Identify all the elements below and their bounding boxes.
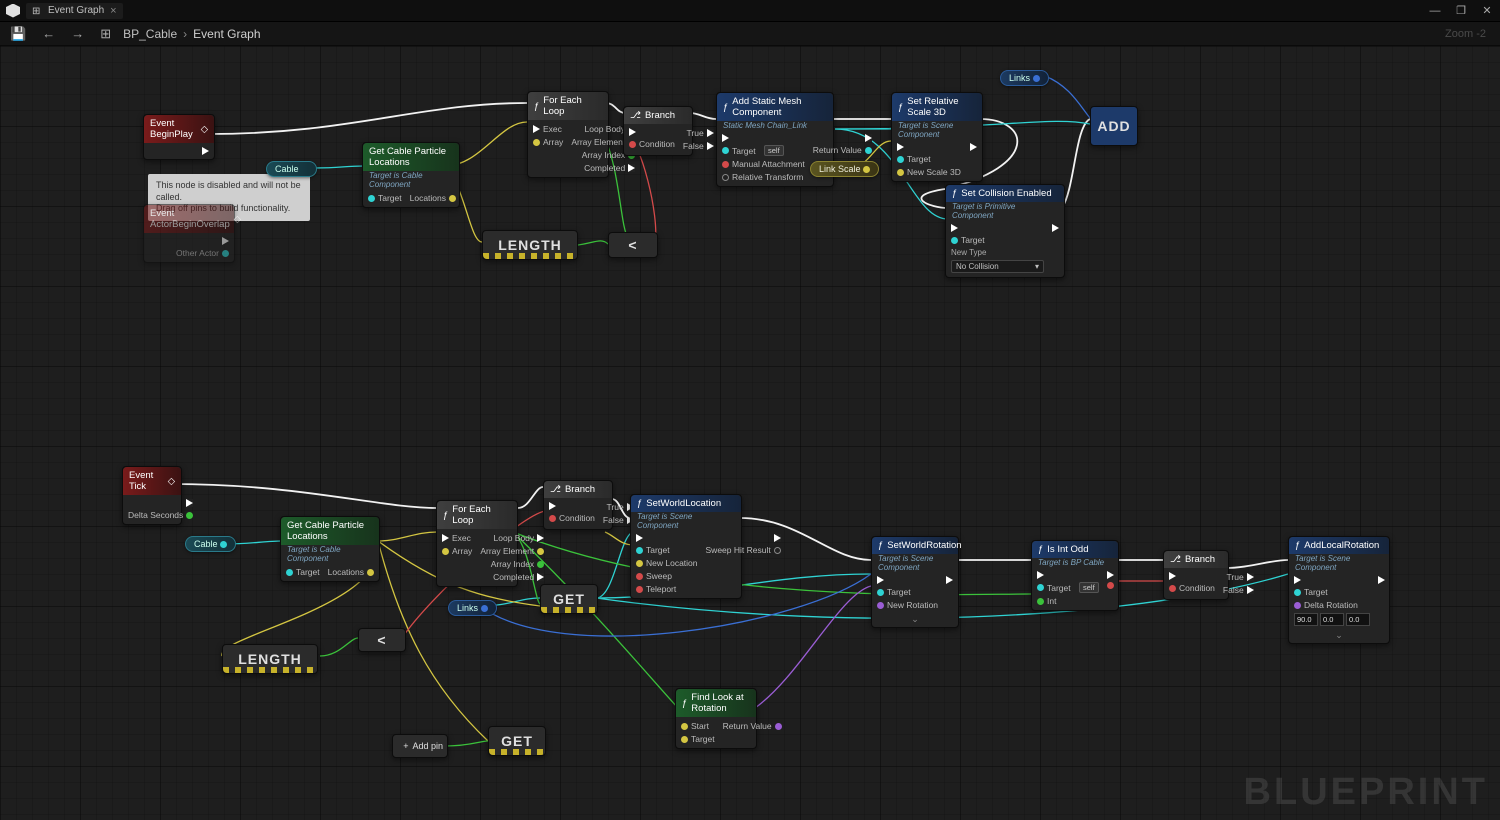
node-add-local-rotation[interactable]: ƒAddLocalRotation Target is Scene Compon… <box>1288 536 1390 644</box>
node-event-begin-play[interactable]: Event BeginPlay ◇ <box>143 114 215 160</box>
node-event-tick[interactable]: Event Tick◇ Delta Seconds <box>122 466 182 525</box>
node-title: Get Cable Particle Locations <box>369 146 453 168</box>
node-title: For Each Loop <box>452 504 511 526</box>
breadcrumb: BP_Cable › Event Graph <box>123 27 260 41</box>
collision-type-dropdown[interactable]: No Collision▾ <box>951 260 1044 273</box>
node-title: Find Look at Rotation <box>691 692 750 714</box>
node-title: Branch <box>645 110 675 121</box>
save-button[interactable]: 💾 <box>6 24 30 44</box>
node-get-particle-locations-1[interactable]: Get Cable Particle Locations Target is C… <box>362 142 460 208</box>
tab-event-graph[interactable]: ⊞ Event Graph × <box>26 3 123 19</box>
nav-forward[interactable]: → <box>67 24 88 43</box>
fn-icon: ƒ <box>952 188 957 199</box>
var-cable[interactable]: Cable <box>266 161 317 177</box>
rot-y-input[interactable] <box>1320 613 1344 626</box>
node-get-2[interactable]: GET <box>488 726 546 756</box>
tab-close-icon[interactable]: × <box>110 5 116 17</box>
macro-icon: ƒ <box>443 510 448 521</box>
node-array-add[interactable]: ADD <box>1090 106 1138 146</box>
event-pin-icon: ◇ <box>234 214 241 225</box>
fn-icon: ƒ <box>723 102 728 113</box>
var-links-top[interactable]: Links <box>1000 70 1049 86</box>
rot-x-input[interactable] <box>1294 613 1318 626</box>
event-pin-icon: ◇ <box>168 476 175 487</box>
node-set-world-location[interactable]: ƒSetWorldLocation Target is Scene Compon… <box>630 494 742 599</box>
branch-icon: ⎇ <box>630 110 641 121</box>
node-add-pin[interactable]: + Add pin <box>392 734 448 758</box>
graph-icon: ⊞ <box>32 6 42 16</box>
node-title: Get Cable Particle Locations <box>287 520 373 542</box>
plus-icon: + <box>403 741 408 751</box>
window-maximize[interactable]: ❐ <box>1448 0 1474 22</box>
node-length-1[interactable]: LENGTH <box>482 230 578 260</box>
node-title: Is Int Odd <box>1047 544 1088 555</box>
nav-back[interactable]: ← <box>38 24 59 43</box>
node-title: Branch <box>565 484 595 495</box>
graph-mode-icon[interactable]: ⊞ <box>96 24 115 44</box>
branch-icon: ⎇ <box>1170 554 1181 565</box>
fn-icon: ƒ <box>637 498 642 509</box>
rot-z-input[interactable] <box>1346 613 1370 626</box>
fn-icon: ƒ <box>898 102 903 113</box>
chevron-down-icon[interactable]: ⌄ <box>872 614 958 627</box>
branch-icon: ⎇ <box>550 484 561 495</box>
node-for-each-2[interactable]: ƒFor Each Loop Exec Array Loop Body Arra… <box>436 500 518 587</box>
fn-icon: ƒ <box>1295 540 1300 551</box>
node-title: AddLocalRotation <box>1304 540 1379 551</box>
node-title: Set Collision Enabled <box>961 188 1051 199</box>
node-set-relative-scale[interactable]: ƒSet Relative Scale 3D Target is Scene C… <box>891 92 983 182</box>
var-link-scale[interactable]: Link Scale <box>810 161 879 177</box>
node-title: Set Relative Scale 3D <box>907 96 976 118</box>
graph-canvas[interactable]: Event BeginPlay◇ This node is disabled a… <box>0 46 1500 820</box>
tab-title: Event Graph <box>48 5 104 16</box>
node-title: SetWorldLocation <box>646 498 721 509</box>
var-cable-2[interactable]: Cable <box>185 536 236 552</box>
fn-icon: ƒ <box>878 540 883 551</box>
node-get-particle-locations-2[interactable]: Get Cable Particle Locations Target is C… <box>280 516 380 582</box>
chevron-down-icon[interactable]: ⌄ <box>1289 630 1389 643</box>
node-set-world-rotation[interactable]: ƒSetWorldRotation Target is Scene Compon… <box>871 536 959 628</box>
fn-icon: ƒ <box>682 698 687 709</box>
window-minimize[interactable]: — <box>1422 0 1448 22</box>
toolbar: 💾 ← → ⊞ BP_Cable › Event Graph Zoom -2 <box>0 22 1500 46</box>
event-pin-icon: ◇ <box>201 124 208 135</box>
node-title: Event Tick <box>129 470 164 492</box>
node-branch-3[interactable]: ⎇Branch Condition True False <box>1163 550 1229 600</box>
var-links-mid[interactable]: Links <box>448 600 497 616</box>
node-length-2[interactable]: LENGTH <box>222 644 318 674</box>
macro-icon: ƒ <box>534 101 539 112</box>
node-set-collision-enabled[interactable]: ƒSet Collision Enabled Target is Primiti… <box>945 184 1065 278</box>
breadcrumb-bp[interactable]: BP_Cable <box>123 27 177 41</box>
node-title: Branch <box>1185 554 1215 565</box>
watermark: BLUEPRINT <box>1244 771 1488 814</box>
node-title: SetWorldRotation <box>887 540 961 551</box>
window-close[interactable]: ✕ <box>1474 0 1500 22</box>
node-branch-2[interactable]: ⎇Branch Condition True False <box>543 480 613 530</box>
node-title: Add Static Mesh Component <box>732 96 827 118</box>
breadcrumb-current: Event Graph <box>193 27 260 41</box>
chevron-down-icon: ▾ <box>1035 262 1039 271</box>
fn-icon: ƒ <box>1038 544 1043 555</box>
zoom-label: Zoom -2 <box>1445 28 1494 40</box>
node-title: For Each Loop <box>543 95 602 117</box>
titlebar: ⊞ Event Graph × — ❐ ✕ <box>0 0 1500 22</box>
node-for-each-1[interactable]: ƒFor Each Loop Exec Array Loop Body Arra… <box>527 91 609 178</box>
node-find-look-at-rotation[interactable]: ƒFind Look at Rotation Start Target Retu… <box>675 688 757 749</box>
node-is-int-odd[interactable]: ƒIs Int Odd Target is BP Cable Target se… <box>1031 540 1119 611</box>
breadcrumb-sep-icon: › <box>183 27 187 41</box>
node-less-1[interactable]: < <box>608 232 658 258</box>
ue-logo-icon <box>6 4 20 18</box>
node-actor-begin-overlap[interactable]: Event ActorBeginOverlap◇ Other Actor <box>143 204 235 263</box>
node-title: Event ActorBeginOverlap <box>150 208 230 230</box>
node-less-2[interactable]: < <box>358 628 406 652</box>
node-branch-1[interactable]: ⎇Branch Condition True False <box>623 106 693 156</box>
node-title: Event BeginPlay <box>150 118 197 140</box>
node-get-1[interactable]: GET <box>540 584 598 614</box>
